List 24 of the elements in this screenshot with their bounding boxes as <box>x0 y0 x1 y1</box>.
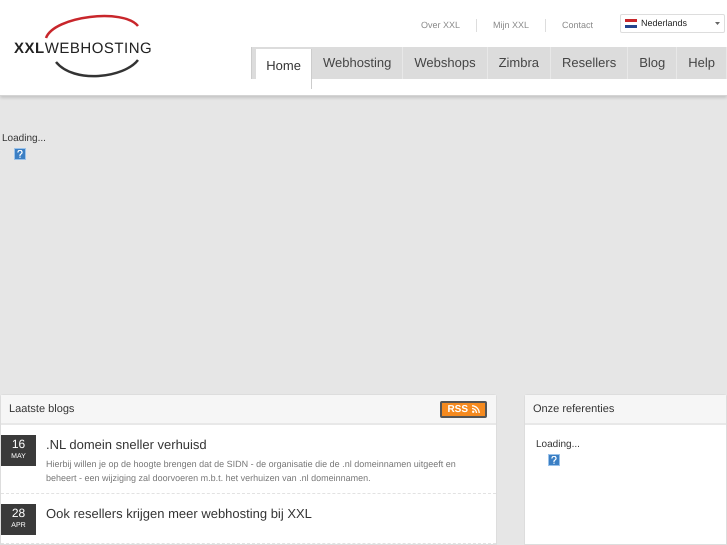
loading-text: Loading... <box>2 132 46 146</box>
top-link[interactable]: Over XXL <box>420 19 460 32</box>
language-select[interactable]: Nederlands <box>620 14 725 33</box>
nav-tab[interactable]: Blog <box>628 47 678 79</box>
rss-icon <box>472 405 480 413</box>
loading-text: Loading... <box>536 438 580 452</box>
top-link[interactable]: Contact <box>562 19 593 32</box>
nav-tab[interactable]: Zimbra <box>488 47 552 79</box>
caret-icon <box>715 22 720 25</box>
broken-image-icon <box>548 454 560 466</box>
broken-image-icon <box>14 148 26 160</box>
blog-title[interactable]: Ook resellers krijgen meer webhosting bij XXL <box>46 504 312 524</box>
blog-title[interactable]: .NL domein sneller verhuisd <box>46 435 488 455</box>
nav-tab[interactable]: Webhosting <box>312 47 404 79</box>
nav-tab[interactable]: Webshops <box>403 47 488 79</box>
panel-title: Laatste blogs <box>9 402 74 417</box>
nav-tab[interactable]: Help <box>677 47 727 79</box>
blog-excerpt: Hierbij willen je op de hoogte brengen dat de SIDN - de organisatie die de .nl domeinnamen uitgeeft en beheert - een wijziging zal doorvoeren m.b.t. het verhuizen van .nl domeinnamen. <box>46 458 457 485</box>
nav-tab[interactable]: Resellers <box>551 47 628 79</box>
top-link[interactable]: Mijn XXL <box>492 19 529 32</box>
site-logo[interactable]: XXLWEBHOSTING <box>14 12 156 82</box>
flag-icon <box>625 19 637 28</box>
nav-tab[interactable]: Home <box>256 49 312 89</box>
panel-title: Onze referenties <box>533 402 614 417</box>
